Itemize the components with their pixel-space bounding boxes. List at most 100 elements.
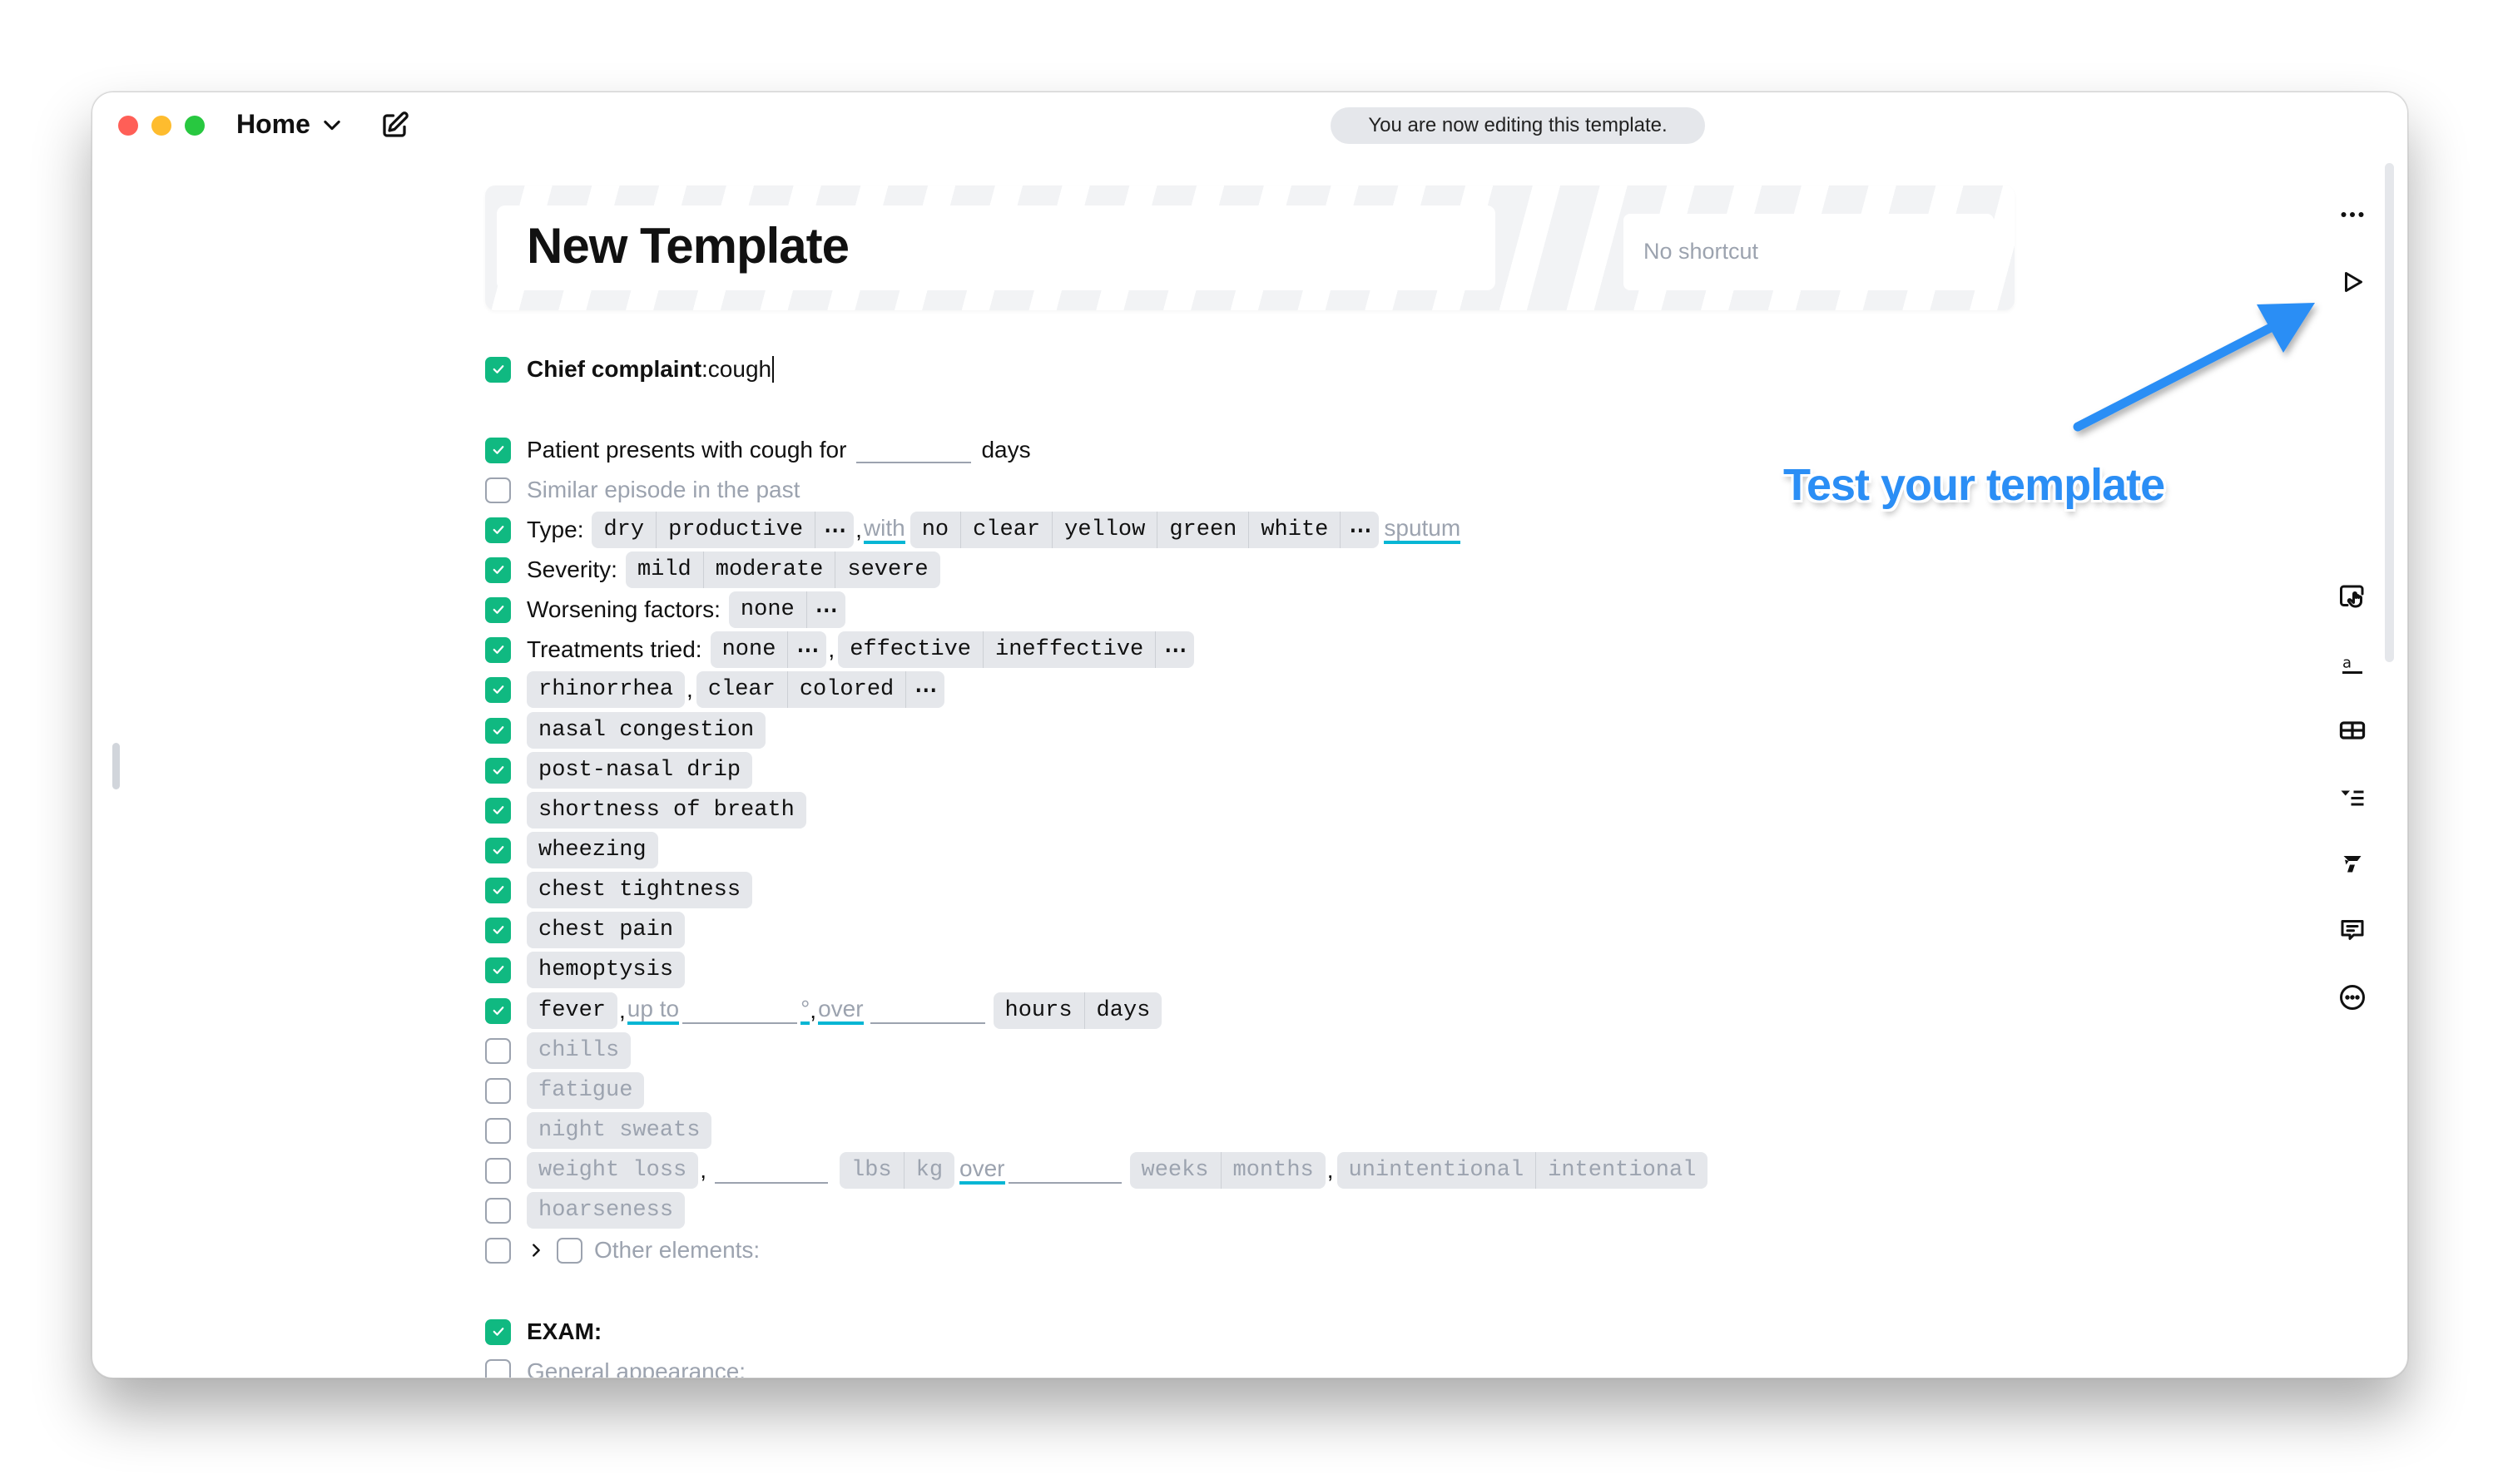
zoom-window-button[interactable] [185, 116, 205, 136]
checkbox[interactable] [485, 917, 511, 943]
checkbox[interactable] [485, 797, 511, 824]
option-pill[interactable]: clear [960, 512, 1052, 548]
option-pill[interactable]: unintentional [1337, 1152, 1536, 1189]
checkbox[interactable] [485, 676, 511, 703]
option-pill[interactable]: effective [838, 631, 983, 668]
sputum-link[interactable]: sputum [1384, 516, 1461, 544]
checkbox[interactable] [485, 437, 511, 463]
edit-icon[interactable] [379, 111, 409, 141]
option-pill[interactable]: nasal congestion [527, 712, 766, 749]
option-pill[interactable]: chest tightness [527, 872, 752, 908]
checkbox[interactable] [485, 477, 511, 503]
checkbox[interactable] [485, 997, 511, 1024]
more-options-icon[interactable]: ⋯ [1155, 631, 1194, 668]
option-pill[interactable]: hemoptysis [527, 952, 685, 988]
option-pill[interactable]: chest pain [527, 912, 685, 948]
checkbox[interactable] [485, 837, 511, 863]
weight-duration-input[interactable] [1008, 1157, 1122, 1184]
with-link[interactable]: with [863, 516, 905, 544]
chevron-right-icon[interactable] [527, 1241, 545, 1259]
option-pill[interactable]: wheezing [527, 832, 658, 868]
checkbox[interactable] [485, 757, 511, 784]
weight-input[interactable] [715, 1157, 829, 1184]
option-pill[interactable]: shortness of breath [527, 792, 806, 829]
option-pill[interactable]: none [729, 591, 806, 628]
fever-duration-input[interactable] [870, 997, 985, 1024]
more-options-icon[interactable]: ⋯ [815, 512, 854, 548]
option-pill[interactable]: night sweats [527, 1112, 711, 1149]
option-pill[interactable]: moderate [702, 552, 835, 588]
checkbox[interactable] [485, 957, 511, 983]
option-pill[interactable]: colored [786, 671, 905, 708]
checkbox[interactable] [485, 1077, 511, 1104]
option-pill[interactable]: dry [592, 512, 656, 548]
close-window-button[interactable] [118, 116, 138, 136]
option-pill[interactable]: fever [527, 992, 617, 1029]
insert-text-field-button[interactable]: a [2336, 647, 2369, 680]
option-pill[interactable]: post-nasal drip [527, 752, 752, 789]
option-pill[interactable]: fatigue [527, 1072, 644, 1109]
over-link[interactable]: over [959, 1156, 1005, 1185]
checkbox[interactable] [485, 556, 511, 583]
checkbox[interactable] [485, 517, 511, 543]
test-template-button[interactable] [2336, 265, 2369, 299]
option-pill[interactable]: intentional [1535, 1152, 1707, 1189]
checkbox[interactable] [485, 1157, 511, 1184]
more-options-icon[interactable]: ⋯ [905, 671, 944, 708]
option-pill[interactable]: clear [696, 671, 787, 708]
option-pill[interactable]: ineffective [983, 631, 1155, 668]
checkbox[interactable] [485, 1117, 511, 1144]
checkbox[interactable] [485, 1358, 511, 1378]
option-pill[interactable]: months [1220, 1152, 1326, 1189]
insert-branch-button[interactable] [2336, 847, 2369, 880]
option-pill[interactable]: rhinorrhea [527, 671, 685, 708]
checkbox[interactable] [485, 1237, 511, 1264]
sidebar-resize-handle[interactable] [112, 743, 120, 789]
checkbox[interactable] [557, 1237, 582, 1264]
option-pill[interactable]: hours [994, 992, 1084, 1029]
option-pill[interactable]: severe [835, 552, 939, 588]
option-pill[interactable]: weeks [1130, 1152, 1221, 1189]
checkbox[interactable] [485, 636, 511, 663]
insert-table-button[interactable] [2336, 714, 2369, 747]
minimize-window-button[interactable] [151, 116, 171, 136]
more-elements-button[interactable] [2336, 981, 2369, 1014]
more-options-icon[interactable]: ⋯ [787, 631, 826, 668]
insert-clickable-button[interactable] [2336, 580, 2369, 613]
more-options-icon[interactable]: ⋯ [805, 591, 845, 628]
shortcut-field[interactable]: No shortcut [1623, 214, 1994, 290]
checkbox[interactable] [485, 596, 511, 623]
option-pill[interactable]: mild [626, 552, 703, 588]
more-options-icon[interactable]: ⋯ [1340, 512, 1379, 548]
home-dropdown[interactable]: Home [236, 109, 344, 140]
template-title[interactable]: New Template [527, 217, 850, 275]
option-pill[interactable]: days [1083, 992, 1162, 1029]
option-pill[interactable]: none [711, 631, 788, 668]
option-pill[interactable]: productive [656, 512, 815, 548]
checkbox[interactable] [485, 1037, 511, 1064]
over-link[interactable]: over [818, 997, 864, 1025]
scrollbar[interactable] [2385, 163, 2394, 662]
checkbox[interactable] [485, 877, 511, 903]
chief-complaint-value[interactable]: cough [708, 356, 771, 383]
up-to-link[interactable]: up to [627, 997, 680, 1025]
option-pill[interactable]: green [1157, 512, 1248, 548]
degree-link[interactable]: ° [800, 997, 810, 1025]
temperature-input[interactable] [682, 997, 798, 1024]
insert-dropdown-button[interactable] [2336, 780, 2369, 814]
checkbox[interactable] [485, 356, 511, 383]
checkbox[interactable] [485, 717, 511, 744]
option-pill[interactable]: no [910, 512, 960, 548]
more-options-button[interactable] [2336, 198, 2369, 231]
option-pill[interactable]: kg [903, 1152, 954, 1189]
insert-comment-button[interactable] [2336, 913, 2369, 947]
duration-input[interactable] [856, 437, 972, 463]
option-pill[interactable]: lbs [840, 1152, 904, 1189]
option-pill[interactable]: white [1248, 512, 1340, 548]
option-pill[interactable]: hoarseness [527, 1192, 685, 1229]
checkbox[interactable] [485, 1318, 511, 1345]
option-pill[interactable]: chills [527, 1032, 631, 1069]
option-pill[interactable]: yellow [1052, 512, 1157, 548]
option-pill[interactable]: weight loss [527, 1152, 698, 1189]
checkbox[interactable] [485, 1197, 511, 1224]
